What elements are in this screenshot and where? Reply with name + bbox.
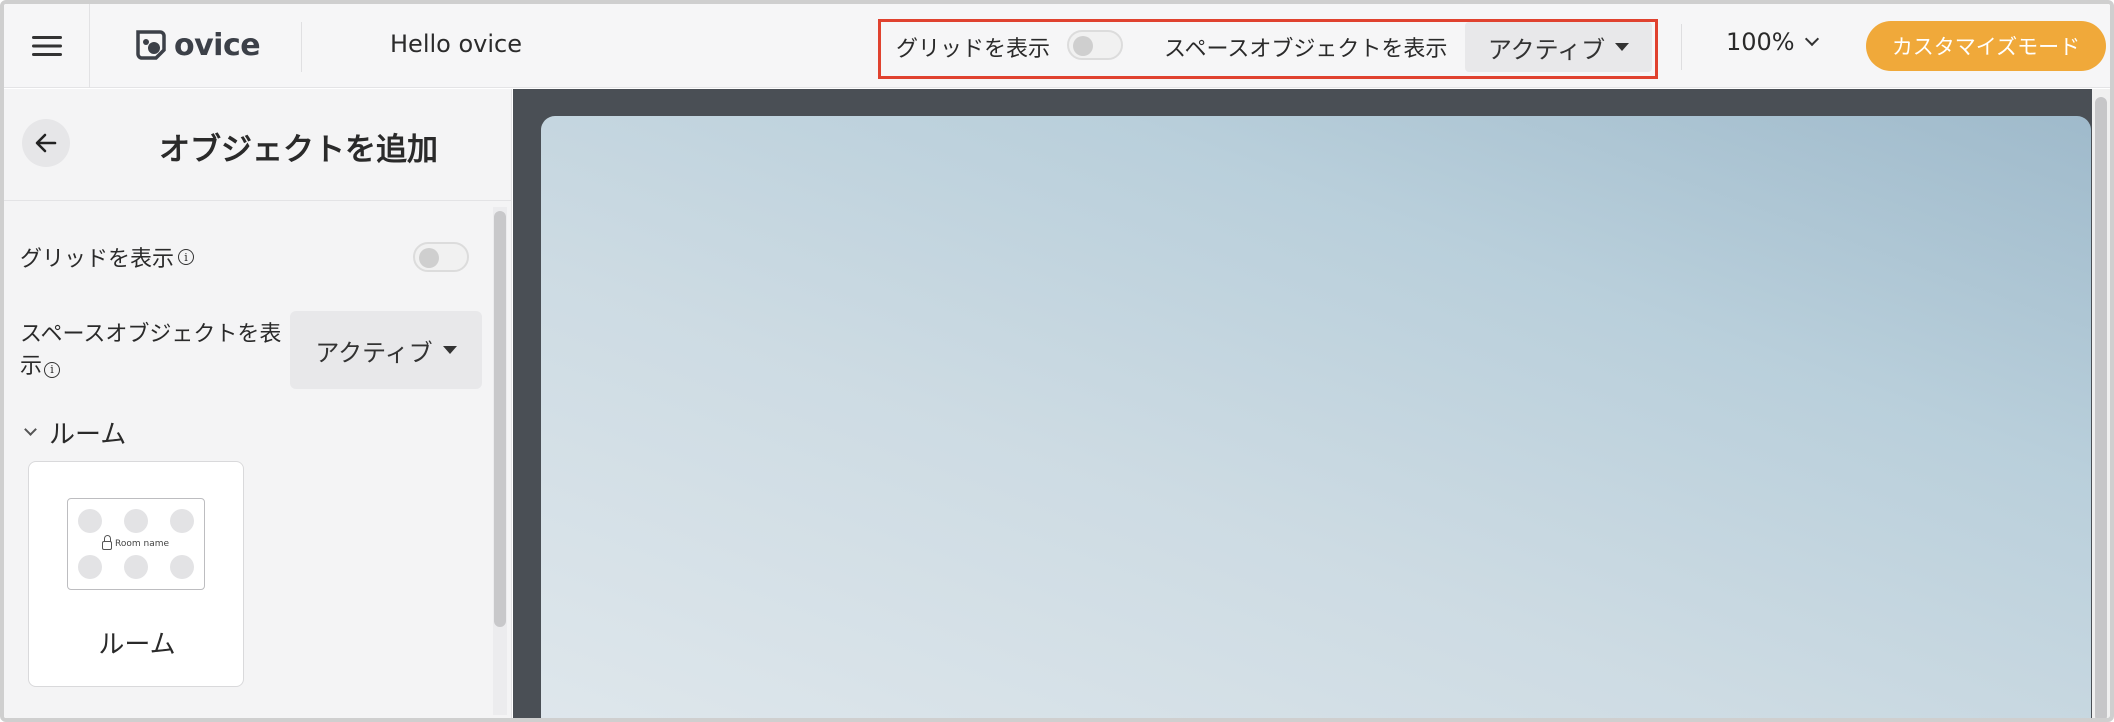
header-space-objects-value: アクティブ (1487, 35, 1606, 64)
logo-text: ovice (174, 27, 261, 63)
ovice-logo-icon (136, 30, 166, 60)
hamburger-icon (31, 36, 62, 56)
space-canvas[interactable] (541, 116, 2091, 718)
room-section-title: ルーム (49, 420, 127, 450)
customize-mode-button[interactable]: カスタマイズモード (1866, 21, 2106, 71)
seat-icon (78, 555, 102, 579)
back-button[interactable] (22, 119, 70, 167)
show-grid-row: グリッドを表示 i (20, 241, 195, 273)
show-grid-toggle[interactable] (413, 242, 469, 272)
app-window: ovice Hello ovice グリッドを表示 スペースオブジェクトを表示 … (0, 0, 2114, 722)
space-name: Hello ovice (390, 30, 522, 58)
header-divider (301, 22, 302, 72)
space-objects-select[interactable]: アクティブ (290, 311, 482, 389)
ovice-logo[interactable]: ovice (134, 22, 261, 68)
chevron-down-icon (24, 423, 37, 436)
show-grid-label: グリッドを表示 (20, 247, 175, 272)
preview-room-name: Room name (115, 538, 170, 549)
room-card-label: ルーム (98, 630, 176, 660)
add-object-panel: オブジェクトを追加 グリッドを表示 i スペースオブジェクトを表示 i アクティブ… (4, 89, 512, 718)
info-icon[interactable]: i (178, 249, 195, 265)
zoom-value: 100% (1726, 28, 1795, 56)
header-space-objects-select[interactable]: アクティブ (1465, 22, 1652, 72)
scrollbar-thumb[interactable] (2095, 97, 2107, 718)
header-show-grid-label: グリッドを表示 (896, 37, 1051, 62)
space-canvas-area (513, 89, 2110, 718)
zoom-dropdown[interactable]: 100% (1726, 28, 1819, 56)
header-show-grid-toggle[interactable] (1067, 30, 1123, 60)
toggle-knob (419, 248, 439, 268)
canvas-scrollbar[interactable] (2092, 89, 2110, 718)
seat-icon (170, 555, 194, 579)
room-object-card[interactable]: Room name ルーム (28, 461, 244, 687)
seat-icon (124, 509, 148, 533)
space-objects-value: アクティブ (315, 338, 433, 367)
panel-scrollbar[interactable] (493, 207, 507, 715)
show-space-objects-row: スペースオブジェクトを表示 i (20, 319, 290, 383)
top-bar: ovice Hello ovice グリッドを表示 スペースオブジェクトを表示 … (4, 4, 2110, 88)
toggle-knob (1073, 36, 1093, 56)
seat-icon (124, 555, 148, 579)
room-preview-image: Room name (67, 498, 205, 590)
header-show-space-objects-label: スペースオブジェクトを表示 (1164, 37, 1448, 62)
room-section-header[interactable]: ルーム (24, 414, 127, 451)
arrow-left-icon (35, 133, 57, 153)
caret-down-icon (1615, 43, 1630, 51)
caret-down-icon (442, 346, 457, 354)
lock-icon (102, 535, 112, 550)
menu-button[interactable] (4, 4, 90, 88)
seat-icon (78, 509, 102, 533)
scrollbar-thumb[interactable] (494, 211, 506, 627)
panel-title: オブジェクトを追加 (159, 132, 438, 168)
seat-icon (170, 509, 194, 533)
chevron-down-icon (1804, 31, 1819, 47)
panel-header: オブジェクトを追加 (4, 89, 512, 201)
room-name-tag: Room name (102, 535, 170, 550)
info-icon[interactable]: i (44, 362, 61, 378)
header-divider (1681, 24, 1682, 70)
